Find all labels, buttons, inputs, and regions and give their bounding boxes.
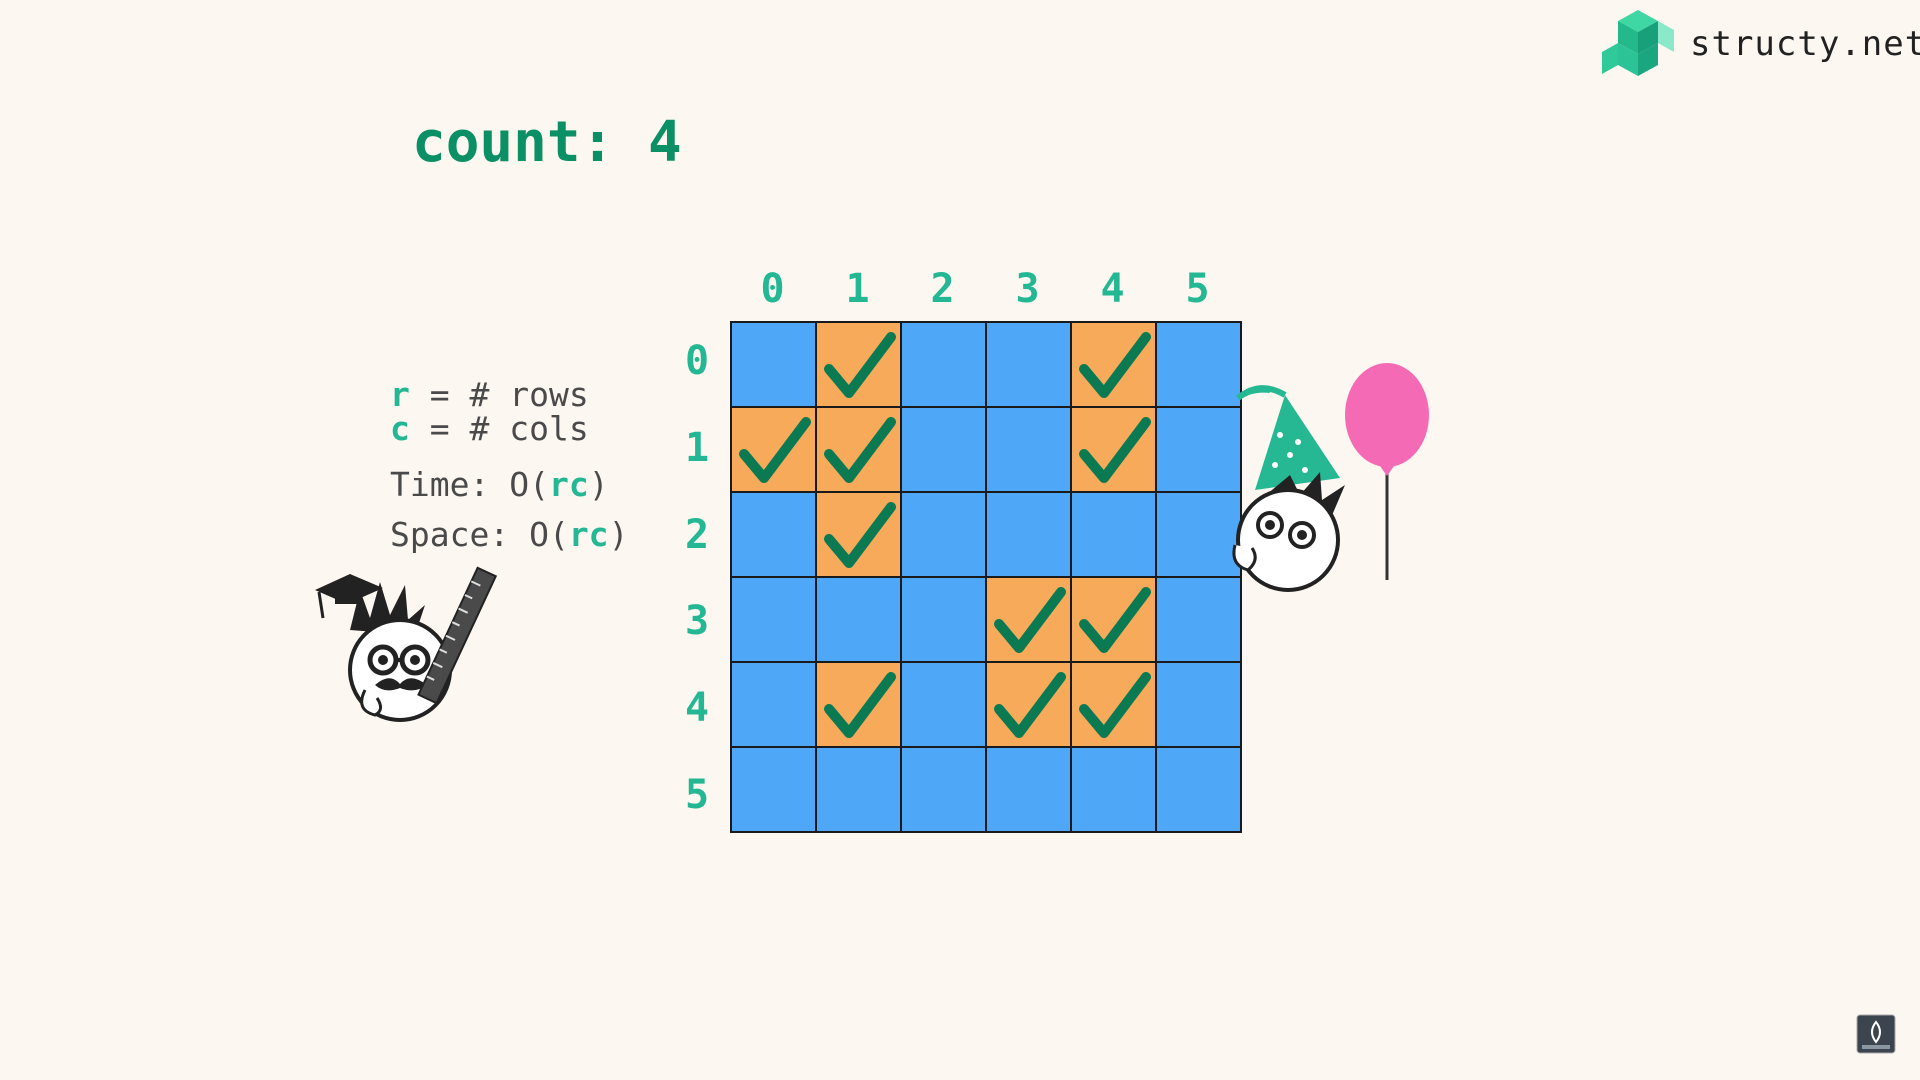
column-label: 4 bbox=[1100, 266, 1125, 312]
water-cell bbox=[731, 747, 816, 832]
column-label: 3 bbox=[1015, 266, 1040, 312]
water-cell bbox=[986, 747, 1071, 832]
water-cell bbox=[816, 577, 901, 662]
row-label: 1 bbox=[684, 425, 710, 471]
column-label: 5 bbox=[1185, 266, 1210, 312]
checkmark-icon bbox=[824, 417, 896, 483]
space-complexity: Space: O(rc) bbox=[390, 518, 628, 552]
column-label: 2 bbox=[930, 266, 955, 312]
water-cell bbox=[731, 577, 816, 662]
water-cell bbox=[816, 747, 901, 832]
land-cell-visited bbox=[1071, 407, 1156, 492]
checkmark-icon bbox=[824, 672, 896, 738]
complexity-notes: r = # rows c = # cols Time: O(rc) Space:… bbox=[390, 378, 628, 552]
row-label: 0 bbox=[684, 338, 710, 384]
rows-definition: r = # rows bbox=[390, 378, 628, 412]
water-cell bbox=[1071, 747, 1156, 832]
row-label: 2 bbox=[684, 512, 710, 558]
water-cell bbox=[1156, 662, 1241, 747]
count-value: 4 bbox=[648, 110, 682, 175]
water-cell bbox=[731, 492, 816, 577]
island-grid bbox=[730, 321, 1242, 833]
checkmark-icon bbox=[739, 417, 811, 483]
water-cell bbox=[1156, 322, 1241, 407]
land-cell-visited bbox=[816, 492, 901, 577]
water-cell bbox=[901, 492, 986, 577]
land-cell-visited bbox=[816, 662, 901, 747]
cols-description: = # cols bbox=[409, 409, 589, 448]
count-display: count: 4 bbox=[412, 110, 682, 175]
water-cell bbox=[986, 322, 1071, 407]
structy-logo-icon bbox=[1602, 10, 1674, 76]
water-cell bbox=[901, 322, 986, 407]
time-prefix: Time: O( bbox=[390, 465, 549, 504]
land-cell-visited bbox=[1071, 577, 1156, 662]
row-label: 3 bbox=[684, 598, 710, 644]
space-suffix: ) bbox=[608, 515, 629, 554]
water-cell bbox=[901, 747, 986, 832]
subscribe-badge-icon[interactable] bbox=[1856, 1014, 1896, 1054]
water-cell bbox=[1156, 747, 1241, 832]
water-cell bbox=[1156, 492, 1241, 577]
checkmark-icon bbox=[1079, 417, 1151, 483]
land-cell-visited bbox=[731, 407, 816, 492]
land-cell-visited bbox=[986, 577, 1071, 662]
land-cell-visited bbox=[986, 662, 1071, 747]
column-label: 1 bbox=[845, 266, 870, 312]
count-label: count: bbox=[412, 110, 615, 175]
column-label: 0 bbox=[760, 266, 785, 312]
land-cell-visited bbox=[816, 322, 901, 407]
water-cell bbox=[1156, 407, 1241, 492]
land-cell-visited bbox=[816, 407, 901, 492]
checkmark-icon bbox=[994, 587, 1066, 653]
time-suffix: ) bbox=[588, 465, 609, 504]
time-complexity: Time: O(rc) bbox=[390, 468, 628, 502]
land-cell-visited bbox=[1071, 662, 1156, 747]
water-cell bbox=[731, 662, 816, 747]
cols-definition: c = # cols bbox=[390, 412, 628, 446]
land-cell-visited bbox=[1071, 322, 1156, 407]
water-cell bbox=[986, 492, 1071, 577]
cols-variable: c bbox=[390, 409, 410, 448]
row-label: 5 bbox=[684, 772, 710, 818]
water-cell bbox=[901, 407, 986, 492]
checkmark-icon bbox=[994, 672, 1066, 738]
brand-name: structy.net bbox=[1690, 24, 1920, 64]
space-prefix: Space: O( bbox=[390, 515, 569, 554]
water-cell bbox=[901, 577, 986, 662]
checkmark-icon bbox=[824, 502, 896, 568]
water-cell bbox=[1156, 577, 1241, 662]
brand: structy.net bbox=[1600, 8, 1920, 78]
checkmark-icon bbox=[1079, 587, 1151, 653]
party-hat-and-balloon-icon bbox=[1232, 363, 1429, 592]
checkmark-icon bbox=[1079, 672, 1151, 738]
water-cell bbox=[1071, 492, 1156, 577]
water-cell bbox=[986, 407, 1071, 492]
water-cell bbox=[901, 662, 986, 747]
water-cell bbox=[731, 322, 816, 407]
row-label: 4 bbox=[684, 685, 710, 731]
space-variable: rc bbox=[568, 515, 609, 554]
professor-with-ruler-icon bbox=[315, 566, 498, 722]
time-variable: rc bbox=[548, 465, 589, 504]
checkmark-icon bbox=[824, 332, 896, 398]
checkmark-icon bbox=[1079, 332, 1151, 398]
